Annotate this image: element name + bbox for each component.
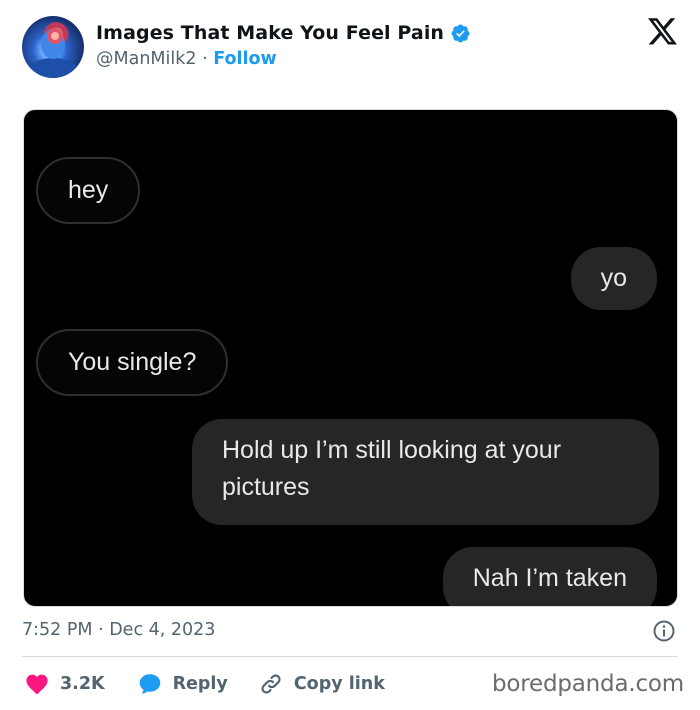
message-bubble: You single? [36, 329, 229, 396]
verified-badge-icon [451, 24, 470, 42]
link-icon [261, 674, 281, 694]
divider [22, 656, 678, 657]
watermark: boredpanda.com [492, 671, 684, 697]
separator: · [202, 49, 208, 69]
tweet-media[interactable]: hey yo You single? Hold up I’m still loo… [23, 109, 678, 607]
account-name[interactable]: Images That Make You Feel Pain [96, 22, 444, 44]
message-text: You single? [68, 348, 197, 376]
follow-button[interactable]: Follow [213, 49, 276, 69]
message-text: Nah I’m taken [472, 564, 627, 592]
like-count: 3.2K [60, 674, 105, 694]
x-logo-icon[interactable] [648, 18, 678, 46]
copy-link-label: Copy link [293, 674, 385, 694]
speech-bubble-icon [139, 674, 160, 694]
action-bar: 3.2K Reply Copy link [22, 668, 385, 700]
avatar-image [27, 28, 79, 78]
message-bubble: hey [36, 157, 141, 224]
message-bubble: yo [570, 247, 657, 310]
message-bubble: Nah I’m taken [442, 547, 657, 606]
message-text: hey [68, 176, 109, 204]
message-bubble: Hold up I’m still looking at your pictur… [192, 419, 659, 525]
like-button[interactable]: 3.2K [24, 671, 105, 697]
copy-link-button[interactable]: Copy link [258, 671, 385, 697]
info-icon[interactable] [652, 619, 676, 643]
message-text: Hold up I’m still looking at your pictur… [222, 436, 562, 501]
avatar[interactable] [22, 16, 84, 78]
account-name-row: Images That Make You Feel Pain [96, 22, 471, 44]
handle-row: @ManMilk2 · Follow [96, 49, 277, 69]
account-handle[interactable]: @ManMilk2 [96, 49, 197, 69]
tweet-timestamp[interactable]: 7:52 PM · Dec 4, 2023 [22, 620, 215, 640]
reply-label: Reply [172, 674, 228, 694]
heart-icon [26, 674, 48, 695]
message-text: yo [600, 264, 627, 292]
reply-button[interactable]: Reply [137, 671, 228, 697]
